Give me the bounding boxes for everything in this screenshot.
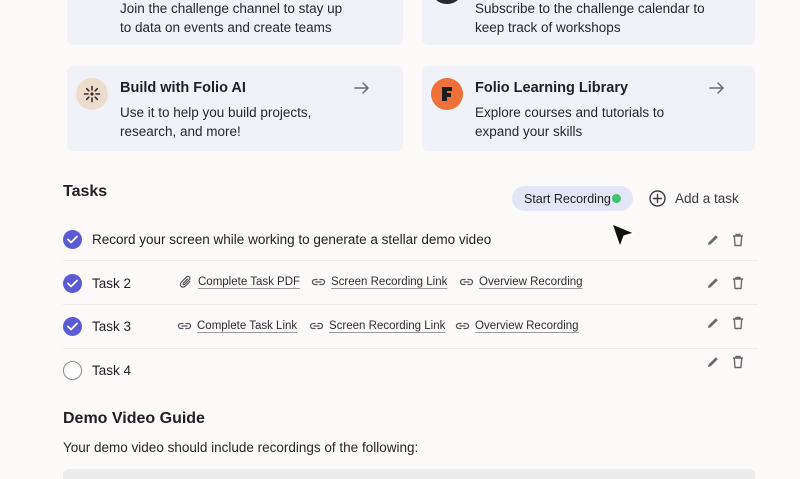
task-link-text: Screen Recording Link [331,276,448,288]
arrow-right-icon[interactable] [354,82,370,94]
trash-icon[interactable] [731,316,745,330]
add-task-button[interactable]: Add a task [649,190,739,207]
arrow-right-icon[interactable] [709,82,725,94]
task-link-screen-recording[interactable]: Screen Recording Link [311,275,447,289]
task-link-complete-pdf[interactable]: Complete Task PDF [179,275,300,289]
link-icon [455,322,470,330]
demo-video-guide-heading: Demo Video Guide [63,410,205,427]
task-label: Task 4 [92,363,132,378]
edit-pencil-icon[interactable] [706,316,720,330]
task-link-complete-task[interactable]: Complete Task Link [177,319,297,333]
card-join-channel[interactable]: Join the challenge channel to stay up to… [67,0,403,45]
task-row-2: Task 2 Complete Task PDF Screen Recordin… [63,261,758,305]
recording-status-dot [612,194,621,203]
card-folio-learning-library[interactable]: Folio Learning Library Explore courses a… [422,66,755,151]
checkmark-icon [67,279,78,288]
card-folio-learning-library-title: Folio Learning Library [475,80,629,96]
task-link-text: Overview Recording [479,276,583,288]
task-link-text: Screen Recording Link [329,320,446,332]
card-build-folio-ai-desc: Use it to help you build projects, resea… [120,105,312,139]
card-subscribe-calendar-text: Subscribe to the challenge calendar to k… [475,1,705,35]
plus-circle-icon [649,190,666,207]
edit-pencil-icon[interactable] [706,276,720,290]
link-icon [309,322,324,330]
card-join-channel-text: Join the challenge channel to stay up to… [120,1,343,35]
task-label: Record your screen while working to gene… [92,232,492,247]
checkmark-icon [67,322,78,331]
card-build-folio-ai-title: Build with Folio AI [120,80,246,96]
calendar-icon [432,0,462,4]
demo-video-guide-subtext: Your demo video should include recording… [63,440,419,455]
card-build-folio-ai[interactable]: Build with Folio AI Use it to help you b… [67,66,403,151]
add-task-label: Add a task [675,191,739,206]
task-checkbox-unchecked[interactable] [63,361,82,380]
task-row-1: Record your screen while working to gene… [63,217,758,261]
task-label: Task 2 [92,276,132,291]
tasks-heading: Tasks [63,183,108,200]
task-link-overview-recording[interactable]: Overview Recording [459,275,583,289]
start-recording-button[interactable]: Start Recording [512,186,633,211]
checkmark-icon [67,235,78,244]
link-icon [177,322,192,330]
demo-video-guide-box [63,469,755,479]
task-link-text: Complete Task PDF [198,276,301,288]
card-subscribe-calendar[interactable]: Subscribe to the challenge calendar to k… [422,0,755,45]
trash-icon[interactable] [731,233,745,247]
task-label: Task 3 [92,319,132,334]
task-checkbox-checked[interactable] [63,274,82,293]
task-row-4: Task 4 [63,349,758,393]
card-folio-learning-library-desc: Explore courses and tutorials to expand … [475,105,665,139]
edit-pencil-icon[interactable] [706,355,720,369]
start-recording-label: Start Recording [524,191,611,206]
paperclip-icon [179,275,191,288]
task-checkbox-checked[interactable] [63,317,82,336]
sparkle-icon [76,78,108,110]
edit-pencil-icon[interactable] [706,233,720,247]
task-link-screen-recording[interactable]: Screen Recording Link [309,319,445,333]
task-link-overview-recording[interactable]: Overview Recording [455,319,579,333]
link-icon [459,278,474,286]
trash-icon[interactable] [731,355,745,369]
task-link-text: Overview Recording [475,320,579,332]
task-checkbox-checked[interactable] [63,230,82,249]
task-row-3: Task 3 Complete Task Link Screen Recordi… [63,305,758,349]
task-link-text: Complete Task Link [197,320,298,332]
folio-logo-icon [431,78,463,110]
link-icon [311,278,326,286]
trash-icon[interactable] [731,276,745,290]
